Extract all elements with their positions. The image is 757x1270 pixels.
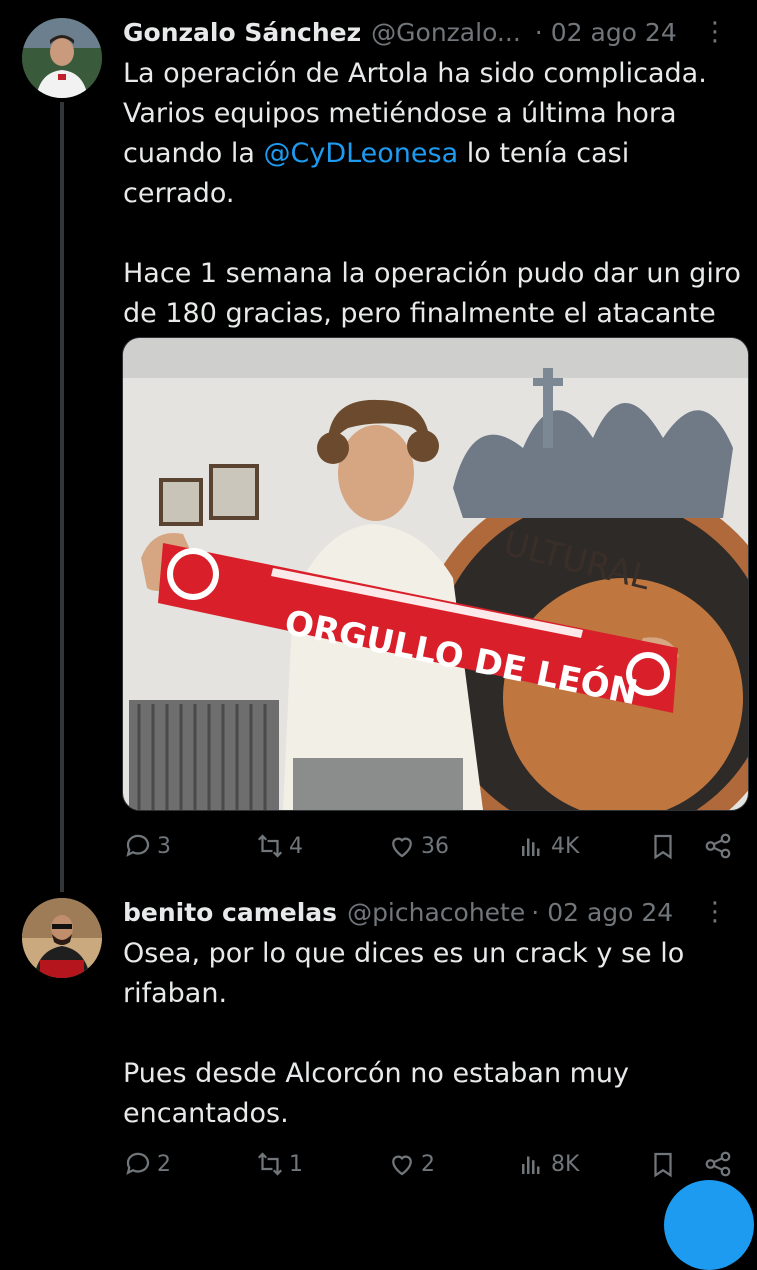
tweet-date[interactable]: 02 ago 24 bbox=[547, 898, 673, 927]
views-button[interactable]: 8K bbox=[517, 1149, 579, 1179]
views-icon bbox=[522, 1156, 540, 1174]
repost-button[interactable]: 1 bbox=[255, 1149, 303, 1179]
heart-icon bbox=[392, 1155, 412, 1176]
compose-button[interactable] bbox=[664, 1180, 754, 1270]
share-icon bbox=[705, 1151, 731, 1177]
repost-count: 1 bbox=[289, 1151, 303, 1177]
bookmark-button[interactable] bbox=[648, 1149, 678, 1179]
views-count: 8K bbox=[551, 1151, 580, 1177]
avatar[interactable] bbox=[22, 898, 102, 978]
separator-dot: · bbox=[531, 897, 540, 927]
repost-icon bbox=[257, 1152, 283, 1176]
author-handle[interactable]: @pichacohete bbox=[347, 898, 525, 927]
tweet-benito[interactable]: benito camelas @pichacohete · 02 ago 24 … bbox=[0, 0, 757, 1200]
share-button[interactable] bbox=[703, 1149, 733, 1179]
like-count: 2 bbox=[421, 1151, 435, 1177]
author-name[interactable]: benito camelas bbox=[123, 898, 337, 927]
reply-icon bbox=[126, 1152, 150, 1175]
more-options-icon[interactable]: ⋮ bbox=[702, 897, 728, 927]
reply-count: 2 bbox=[157, 1151, 171, 1177]
tweet-header: benito camelas @pichacohete · 02 ago 24 … bbox=[123, 896, 737, 928]
bookmark-icon bbox=[654, 1152, 672, 1178]
reply-button[interactable]: 2 bbox=[123, 1149, 171, 1179]
like-button[interactable]: 2 bbox=[387, 1149, 435, 1179]
tweet-text: Osea, por lo que dices es un crack y se … bbox=[123, 938, 685, 1129]
action-bar: 2 1 2 8K bbox=[123, 1146, 733, 1182]
